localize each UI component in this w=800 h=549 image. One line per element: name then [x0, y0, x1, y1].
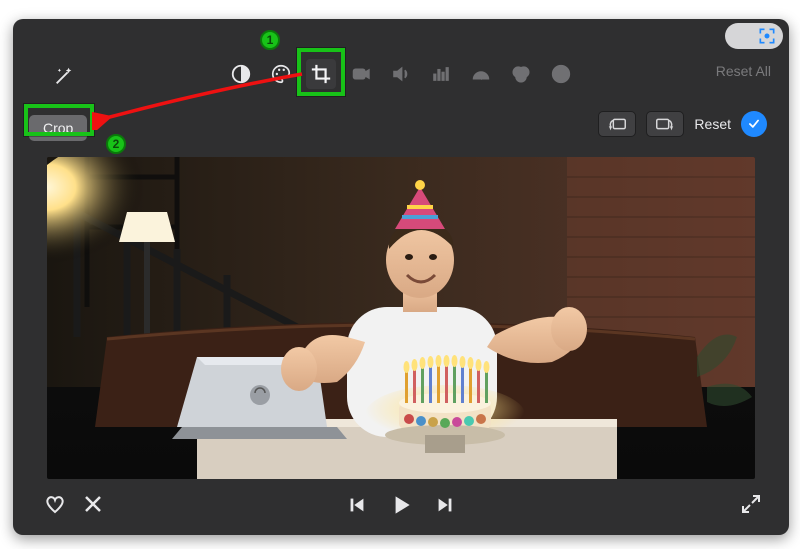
- volume-button[interactable]: [386, 59, 416, 89]
- next-frame-button[interactable]: [434, 494, 456, 521]
- rotate-ccw-button[interactable]: [598, 111, 636, 137]
- reset-crop-button[interactable]: Reset: [694, 116, 731, 132]
- color-balance-icon: [230, 63, 252, 85]
- equalizer-icon: [430, 63, 452, 85]
- capture-icon: [757, 26, 777, 46]
- color-palette-icon: [270, 63, 292, 85]
- step-back-icon: [346, 494, 368, 516]
- fullscreen-button[interactable]: [739, 492, 763, 521]
- rotate-ccw-icon: [606, 116, 628, 132]
- apply-button[interactable]: [741, 111, 767, 137]
- play-button[interactable]: [388, 492, 414, 523]
- checkmark-icon: [747, 117, 761, 131]
- color-balance-button[interactable]: [226, 59, 256, 89]
- expand-icon: [739, 492, 763, 516]
- video-stabilize-icon: [350, 63, 372, 85]
- crop-tab-button[interactable]: [306, 59, 336, 89]
- volume-icon: [390, 63, 412, 85]
- speedometer-icon: [470, 63, 492, 85]
- video-preview[interactable]: [47, 157, 755, 479]
- stabilization-button[interactable]: [346, 59, 376, 89]
- crop-options-row: Crop Reset: [29, 109, 773, 147]
- rotate-cw-icon: [654, 116, 676, 132]
- speed-button[interactable]: [466, 59, 496, 89]
- playback-center-controls: [13, 492, 789, 523]
- info-icon: [550, 63, 572, 85]
- rotate-cw-button[interactable]: [646, 111, 684, 137]
- crop-right-controls: Reset: [598, 111, 767, 137]
- clip-filter-button[interactable]: [506, 59, 536, 89]
- play-icon: [388, 492, 414, 518]
- app-window: Reset All Crop Reset: [13, 19, 789, 535]
- preview-frame-illustration: [47, 157, 755, 479]
- color-filters-icon: [510, 63, 532, 85]
- crop-icon: [310, 63, 332, 85]
- step-forward-icon: [434, 494, 456, 516]
- screen-capture-indicator[interactable]: [725, 23, 783, 49]
- playback-bar: [13, 487, 789, 527]
- noise-reduction-button[interactable]: [426, 59, 456, 89]
- clip-info-button[interactable]: [546, 59, 576, 89]
- crop-style-button[interactable]: Crop: [29, 115, 87, 141]
- adjustments-toolbar: Reset All: [13, 55, 789, 101]
- color-correction-button[interactable]: [266, 59, 296, 89]
- reset-all-button[interactable]: Reset All: [716, 63, 771, 79]
- prev-frame-button[interactable]: [346, 494, 368, 521]
- adjustment-tabs: [13, 59, 789, 89]
